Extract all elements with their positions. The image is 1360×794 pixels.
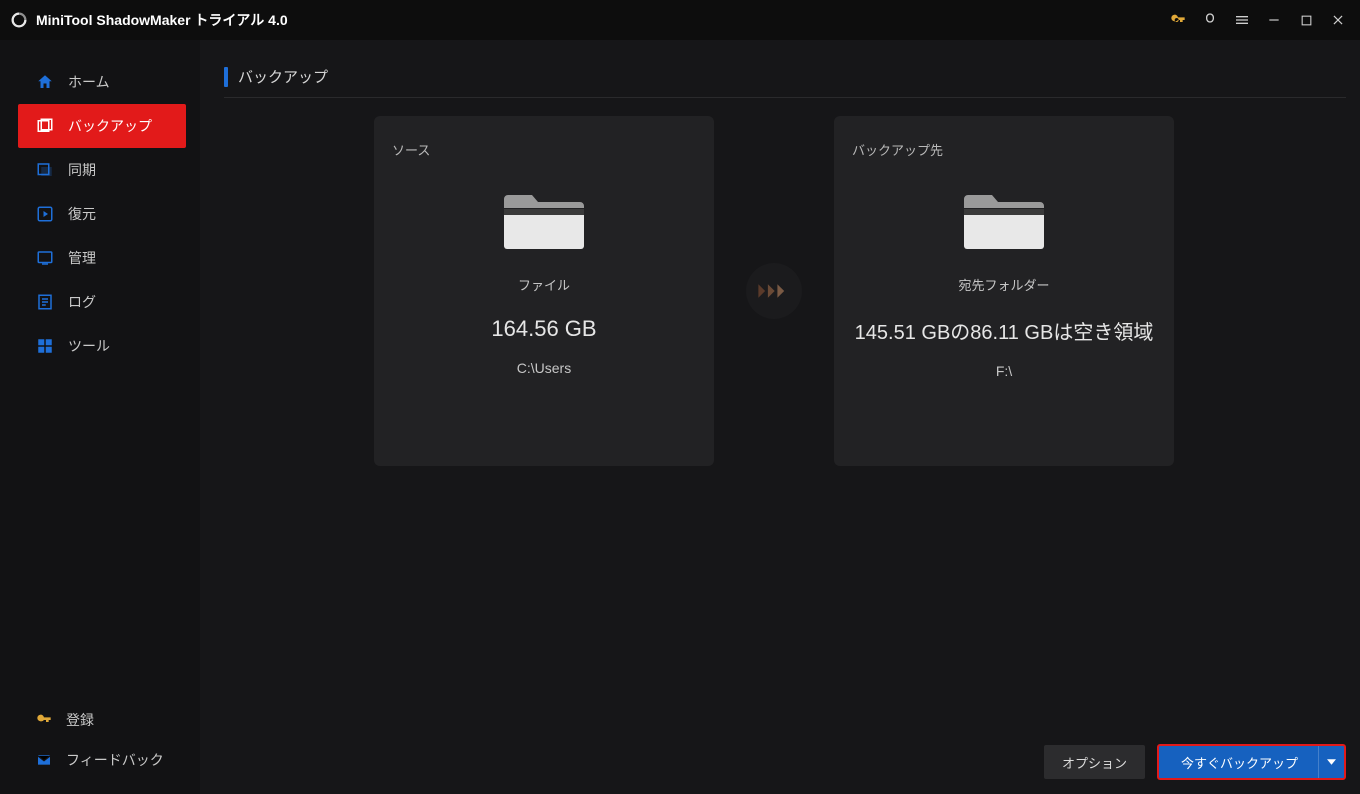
sidebar-bottom: 登録 フィードバック (0, 700, 200, 780)
titlebar-left: MiniTool ShadowMaker トライアル 4.0 (10, 10, 288, 30)
sidebar-item-backup[interactable]: バックアップ (18, 104, 186, 148)
app-logo-icon (10, 11, 28, 29)
sidebar-register-label: 登録 (66, 710, 94, 730)
page-title-row: バックアップ (224, 66, 1346, 87)
sidebar-item-label: 管理 (68, 248, 96, 268)
destination-type: 宛先フォルダー (958, 275, 1049, 294)
backup-now-button[interactable]: 今すぐバックアップ (1157, 744, 1346, 780)
tools-icon (36, 337, 54, 355)
mail-icon (36, 752, 52, 768)
sidebar-item-manage[interactable]: 管理 (0, 236, 200, 280)
page-title: バックアップ (238, 66, 328, 87)
source-type: ファイル (518, 275, 570, 294)
sidebar-item-label: 復元 (68, 204, 96, 224)
titlebar: MiniTool ShadowMaker トライアル 4.0 (0, 0, 1360, 40)
sidebar-feedback-label: フィードバック (66, 750, 164, 770)
close-button[interactable] (1324, 6, 1352, 34)
source-path: C:\Users (517, 360, 571, 376)
key-icon (36, 712, 52, 728)
destination-center: 宛先フォルダー 145.51 GBの86.11 GBは空き領域 F:\ (852, 159, 1156, 442)
home-icon (36, 73, 54, 91)
folder-icon (962, 187, 1046, 253)
sidebar-item-label: ログ (68, 292, 96, 312)
restore-icon (36, 205, 54, 223)
backup-now-label: 今すぐバックアップ (1159, 753, 1318, 772)
sidebar-item-label: ホーム (68, 72, 110, 92)
sidebar-register[interactable]: 登録 (0, 700, 200, 740)
destination-label: バックアップ先 (852, 140, 1156, 159)
folder-icon (502, 187, 586, 253)
backup-icon (36, 117, 54, 135)
sidebar: ホーム バックアップ 同期 復元 管理 (0, 40, 200, 794)
main-content: バックアップ ソース ファイル 164.56 GB C:\Users (200, 40, 1360, 794)
source-card[interactable]: ソース ファイル 164.56 GB C:\Users (374, 116, 714, 466)
destination-path: F:\ (996, 363, 1012, 379)
log-icon (36, 293, 54, 311)
destination-card[interactable]: バックアップ先 宛先フォルダー 145.51 GBの86.11 GBは空き領域 … (834, 116, 1174, 466)
sidebar-item-restore[interactable]: 復元 (0, 192, 200, 236)
app-body: ホーム バックアップ 同期 復元 管理 (0, 40, 1360, 794)
accent-bar (224, 67, 228, 87)
chevrons-right-icon (757, 282, 791, 300)
sidebar-feedback[interactable]: フィードバック (0, 740, 200, 780)
cards-row: ソース ファイル 164.56 GB C:\Users (374, 116, 1346, 466)
source-label: ソース (392, 140, 696, 159)
manage-icon (36, 249, 54, 267)
app-title: MiniTool ShadowMaker トライアル 4.0 (36, 10, 288, 30)
source-center: ファイル 164.56 GB C:\Users (392, 159, 696, 442)
arrow-circle (746, 263, 802, 319)
divider (224, 97, 1346, 98)
footer-row: オプション 今すぐバックアップ (1044, 744, 1346, 780)
caret-down-icon[interactable] (1318, 746, 1344, 778)
sidebar-item-label: バックアップ (68, 116, 152, 136)
sidebar-item-home[interactable]: ホーム (0, 60, 200, 104)
source-size: 164.56 GB (491, 316, 596, 342)
options-button[interactable]: オプション (1044, 745, 1145, 779)
help-button[interactable] (1196, 6, 1224, 34)
sidebar-item-tools[interactable]: ツール (0, 324, 200, 368)
sidebar-item-label: 同期 (68, 160, 96, 180)
menu-button[interactable] (1228, 6, 1256, 34)
sync-icon (36, 161, 54, 179)
titlebar-right (1164, 6, 1352, 34)
sidebar-item-log[interactable]: ログ (0, 280, 200, 324)
maximize-button[interactable] (1292, 6, 1320, 34)
license-key-button[interactable] (1164, 6, 1192, 34)
minimize-button[interactable] (1260, 6, 1288, 34)
sidebar-item-sync[interactable]: 同期 (0, 148, 200, 192)
arrow-middle (714, 263, 834, 319)
destination-space: 145.51 GBの86.11 GBは空き領域 (855, 316, 1154, 345)
sidebar-item-label: ツール (68, 336, 110, 356)
